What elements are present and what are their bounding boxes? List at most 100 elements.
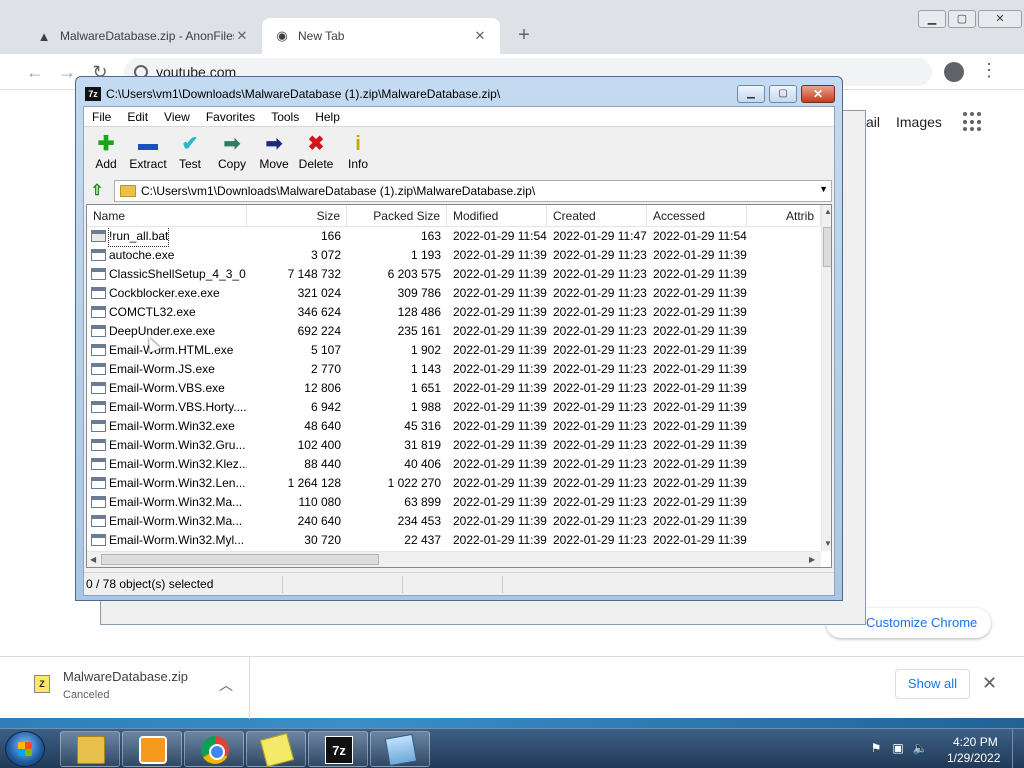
download-item[interactable]: Z MalwareDatabase.zip Canceled ︿ [0,657,250,719]
cell-name: COMCTL32.exe [109,305,196,319]
menu-edit[interactable]: Edit [119,107,156,126]
toolbar-label: Delete [298,157,334,171]
path-combobox[interactable]: C:\Users\vm1\Downloads\MalwareDatabase (… [114,180,832,202]
taskbar-7zip[interactable]: 7z [308,731,368,767]
table-row[interactable]: Email-Worm.Win32.exe 48 640 45 316 2022-01-… [87,417,821,436]
scroll-down-icon[interactable]: ▼ [824,539,831,548]
show-all-button[interactable]: Show all [895,669,970,699]
table-row[interactable]: Email-Worm.Win32.Gru... 102 400 31 819 2022… [87,436,821,455]
cell-modified: 2022-01-29 11:39 [453,343,547,357]
horizontal-scrollbar[interactable]: ◀ ▶ [87,551,821,567]
delete-button[interactable]: ✖ Delete [294,132,338,176]
network-icon[interactable]: ▣ [890,741,906,757]
cell-name: Cockblocker.exe.exe [109,286,220,300]
cell-accessed: 2022-01-29 11:39 [653,362,747,376]
start-button[interactable] [5,731,45,767]
column-modified[interactable]: Modified [447,205,547,227]
back-icon[interactable]: ← [24,61,46,83]
minimize-button[interactable]: ▁ [918,10,946,28]
cell-modified: 2022-01-29 11:39 [453,514,547,528]
cell-packed-size: 40 406 [404,457,441,471]
scroll-right-icon[interactable]: ▶ [809,555,815,564]
scroll-thumb[interactable] [101,554,379,565]
column-name[interactable]: Name [87,205,247,227]
close-tab-icon[interactable]: ✕ [234,28,250,44]
scroll-thumb[interactable] [823,227,831,267]
tab-label: MalwareDatabase.zip - AnonFiles [60,29,234,43]
cell-size: 88 440 [304,457,341,471]
volume-icon[interactable]: 🔈 [912,741,928,757]
maximize-button[interactable]: ▢ [769,85,797,103]
copy-button[interactable]: ➡ Copy [210,132,254,176]
exe-file-icon [91,382,106,394]
scroll-left-icon[interactable]: ◀ [90,555,96,564]
explorer-icon [77,736,105,764]
test-button[interactable]: ✔ Test [168,132,212,176]
table-row[interactable]: Email-Worm.VBS.exe 12 806 1 651 2022-01-29 … [87,379,821,398]
show-desktop-button[interactable] [1012,729,1024,768]
column-accessed[interactable]: Accessed [647,205,747,227]
cell-modified: 2022-01-29 11:39 [453,248,547,262]
toolbar-label: Info [347,157,368,171]
table-row[interactable]: Email-Worm.Win32.Klez... 88 440 40 406 2022… [87,455,821,474]
up-folder-icon[interactable]: ⇧ [88,182,106,200]
taskbar-chrome[interactable] [184,731,244,767]
column-created[interactable]: Created [547,205,647,227]
tab-anonfiles[interactable]: ▲ MalwareDatabase.zip - AnonFiles ✕ [24,18,262,54]
table-row[interactable]: COMCTL32.exe 346 624 128 486 2022-01-29 11:… [87,303,821,322]
close-button[interactable]: ✕ [801,85,835,103]
taskbar-notepad[interactable] [370,731,430,767]
vertical-scrollbar[interactable]: ▲ ▼ [821,205,831,551]
extract-button[interactable]: ▬ Extract [126,132,170,176]
title-bar[interactable]: 7z C:\Users\vm1\Downloads\MalwareDatabas… [76,77,842,107]
table-row[interactable]: Email-Worm.HTML.exe 5 107 1 902 2022-01-29 … [87,341,821,360]
move-button[interactable]: ➡ Move [252,132,296,176]
scroll-up-icon[interactable]: ▲ [824,207,831,216]
images-link[interactable]: Images [896,114,942,130]
sevenzip-client: File Edit View Favorites Tools Help ✚ Add… [83,106,835,596]
menu-view[interactable]: View [156,107,198,126]
table-row[interactable]: ClassicShellSetup_4_3_0.... 7 148 732 6 20… [87,265,821,284]
menu-favorites[interactable]: Favorites [198,107,263,126]
table-row[interactable]: Email-Worm.JS.exe 2 770 1 143 2022-01-29 11… [87,360,821,379]
taskbar-explorer[interactable] [60,731,120,767]
column-size[interactable]: Size [247,205,347,227]
table-row[interactable]: autoche.exe 3 072 1 193 2022-01-29 11:39 202… [87,246,821,265]
7zip-icon: 7z [85,87,101,101]
cell-size: 321 024 [297,286,341,300]
table-row[interactable]: Email-Worm.Win32.Ma... 110 080 63 899 2022-… [87,493,821,512]
clock-time[interactable]: 4:20 PM [953,735,998,749]
menu-tools[interactable]: Tools [263,107,307,126]
maximize-button[interactable]: ▢ [948,10,976,28]
clock-date[interactable]: 1/29/2022 [947,751,1000,765]
menu-help[interactable]: Help [307,107,348,126]
action-center-flag-icon[interactable]: ⚑ [868,741,884,757]
tab-new-tab[interactable]: ◉ New Tab ✕ [262,18,500,54]
table-row[interactable]: Email-Worm.Win32.Len... 1 264 128 1 022 27… [87,474,821,493]
column-attrib[interactable]: Attrib [747,205,821,227]
column-packed-size[interactable]: Packed Size [347,205,447,227]
chevron-up-icon[interactable]: ︿ [219,675,233,695]
table-row[interactable]: Cockblocker.exe.exe 321 024 309 786 2022-01… [87,284,821,303]
add-button[interactable]: ✚ Add [84,132,128,176]
gmail-link[interactable]: ail [866,114,880,130]
taskbar-media-player[interactable] [122,731,182,767]
apps-grid-icon[interactable] [963,112,983,132]
table-row[interactable]: !run_all.bat 166 163 2022-01-29 11:54 2022-0… [87,227,821,247]
dropdown-arrow-icon[interactable]: ▼ [819,184,828,194]
minimize-button[interactable]: ▁ [737,85,765,103]
table-row[interactable]: Email-Worm.Win32.Myl... 30 720 22 437 2022-… [87,531,821,550]
table-row[interactable]: Email-Worm.Win32.Ma... 240 640 234 453 2022… [87,512,821,531]
taskbar-sticky-notes[interactable] [246,731,306,768]
close-button[interactable]: ✕ [978,10,1022,28]
menu-file[interactable]: File [84,107,119,126]
table-row[interactable]: DeepUnder.exe.exe 692 224 235 161 2022-01-2… [87,322,821,341]
close-tab-icon[interactable]: ✕ [472,28,488,44]
menu-dots-icon[interactable]: ⋮ [980,60,998,81]
copy-arrow-icon: ➡ [223,133,241,155]
table-row[interactable]: Email-Worm.VBS.Horty.... 6 942 1 988 2022-0… [87,398,821,417]
info-button[interactable]: i Info [336,132,380,176]
profile-icon[interactable] [944,62,964,82]
new-tab-button[interactable]: + [512,24,536,48]
close-shelf-icon[interactable]: ✕ [982,673,997,694]
